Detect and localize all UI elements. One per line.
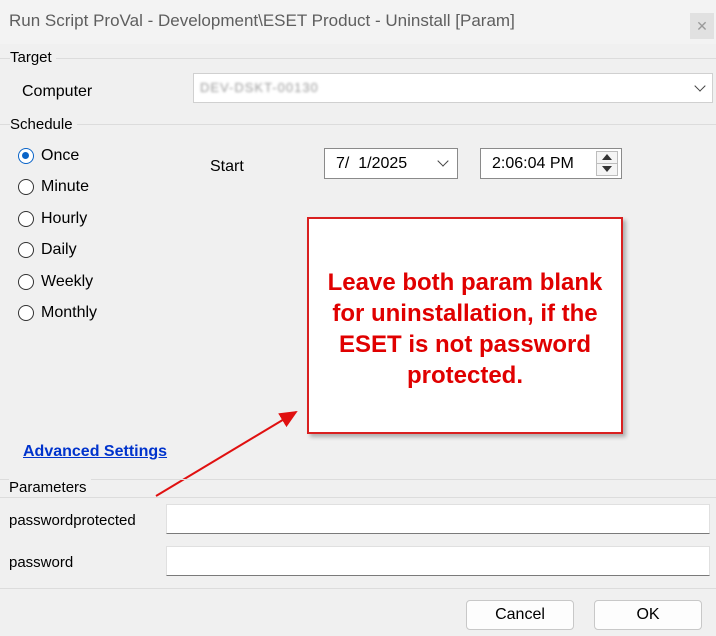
cancel-button[interactable]: Cancel xyxy=(466,600,574,630)
ok-button[interactable]: OK xyxy=(594,600,702,630)
parameters-divider-bottom xyxy=(0,497,716,498)
parameters-section-label: Parameters xyxy=(9,479,91,496)
passwordprotected-input[interactable] xyxy=(166,504,710,534)
advanced-settings-link[interactable]: Advanced Settings xyxy=(23,443,167,461)
annotation-arrow-icon xyxy=(155,410,298,497)
param-label-passwordprotected: passwordprotected xyxy=(9,512,136,529)
parameters-divider xyxy=(0,479,716,480)
param-label-password: password xyxy=(9,554,74,571)
password-input[interactable] xyxy=(166,546,710,576)
